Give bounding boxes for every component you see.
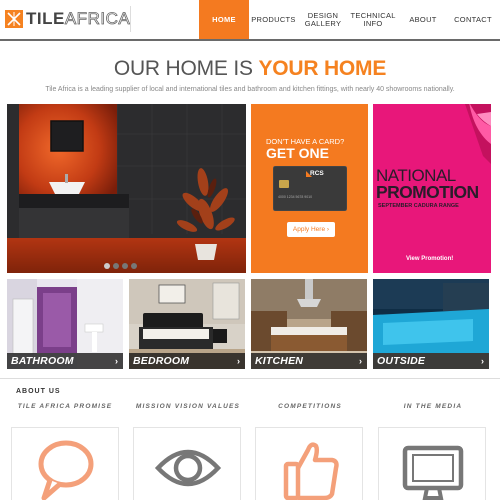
about-item-title[interactable]: TILE AFRICA PROMISE [10,403,120,411]
nav-products[interactable]: PRODUCTS [249,0,298,40]
category-label: KITCHEN [255,355,304,367]
bathroom-slide-image [7,104,246,273]
slider-dots [104,263,137,269]
main-nav: HOME PRODUCTS DESIGN GALLERY TECHNICAL I… [199,0,498,40]
headline-part-a: OUR HOME IS [113,57,259,80]
logo-name-bold: TILE [26,9,65,28]
slider-dot-4[interactable] [131,263,137,269]
logo-divider [130,6,131,32]
chevron-right-icon: › [115,356,118,366]
promo-national-line3: SEPTEMBER CADURA RANGE [378,203,459,209]
about-item-promise[interactable] [11,427,119,500]
header-divider [0,39,500,41]
chevron-right-icon: › [326,226,330,233]
speech-bubble-icon [38,440,94,500]
about-item-media[interactable] [378,427,486,500]
chevron-right-icon: › [237,356,240,366]
hero-slider[interactable] [7,104,246,273]
about-item-competitions[interactable] [255,427,363,500]
category-label: OUTSIDE [377,355,426,367]
apply-here-button[interactable]: Apply Here › [287,222,335,237]
promo-national-line2: PROMOTION [376,182,479,202]
card-brand: RCS [310,170,324,177]
apply-here-label: Apply Here [292,226,326,233]
logo[interactable]: TILEAFRICA [5,9,130,29]
category-bedroom[interactable]: BEDROOM › [129,279,245,369]
slider-dot-3[interactable] [122,263,128,269]
monitor-icon [402,445,464,500]
nav-about[interactable]: ABOUT [398,0,448,40]
page: TILEAFRICA HOME PRODUCTS DESIGN GALLERY … [0,0,500,500]
logo-name-thin: AFRICA [64,9,131,29]
about-item-title[interactable]: IN THE MEDIA [378,403,488,411]
about-item-title[interactable]: COMPETITIONS [255,403,365,411]
page-headline: OUR HOME IS YOUR HOME [0,57,500,81]
logo-text: TILEAFRICA [26,9,130,29]
nav-home[interactable]: HOME [199,0,249,40]
nav-contact[interactable]: CONTACT [448,0,498,40]
nav-technical-info[interactable]: TECHNICAL INFO [348,0,398,40]
slider-dot-2[interactable] [113,263,119,269]
card-number: 4000 1234 5678 9010 [278,195,313,199]
category-label: BEDROOM [133,355,190,367]
view-promotion-link[interactable]: View Promotion! [406,256,453,262]
category-label: BATHROOM [11,355,74,367]
intro-text: Tile Africa is a leading supplier of loc… [45,86,455,93]
headline-part-b: YOUR HOME [258,57,387,80]
thumbs-up-icon [283,442,339,500]
category-kitchen[interactable]: KITCHEN › [251,279,367,369]
header: TILEAFRICA HOME PRODUCTS DESIGN GALLERY … [0,0,500,41]
section-divider [0,378,500,379]
about-item-title[interactable]: MISSION VISION VALUES [133,403,243,411]
chevron-right-icon: › [481,356,484,366]
chevron-right-icon: › [359,356,362,366]
category-bathroom[interactable]: BATHROOM › [7,279,123,369]
about-us-heading: ABOUT US [16,388,61,395]
logo-mark-icon [5,10,23,28]
slider-dot-1[interactable] [104,263,110,269]
about-item-mission[interactable] [133,427,241,500]
category-outside[interactable]: OUTSIDE › [373,279,489,369]
nav-design-gallery[interactable]: DESIGN GALLERY [298,0,348,40]
eye-icon [154,449,222,487]
promo-get-one: GET ONE [266,145,330,161]
